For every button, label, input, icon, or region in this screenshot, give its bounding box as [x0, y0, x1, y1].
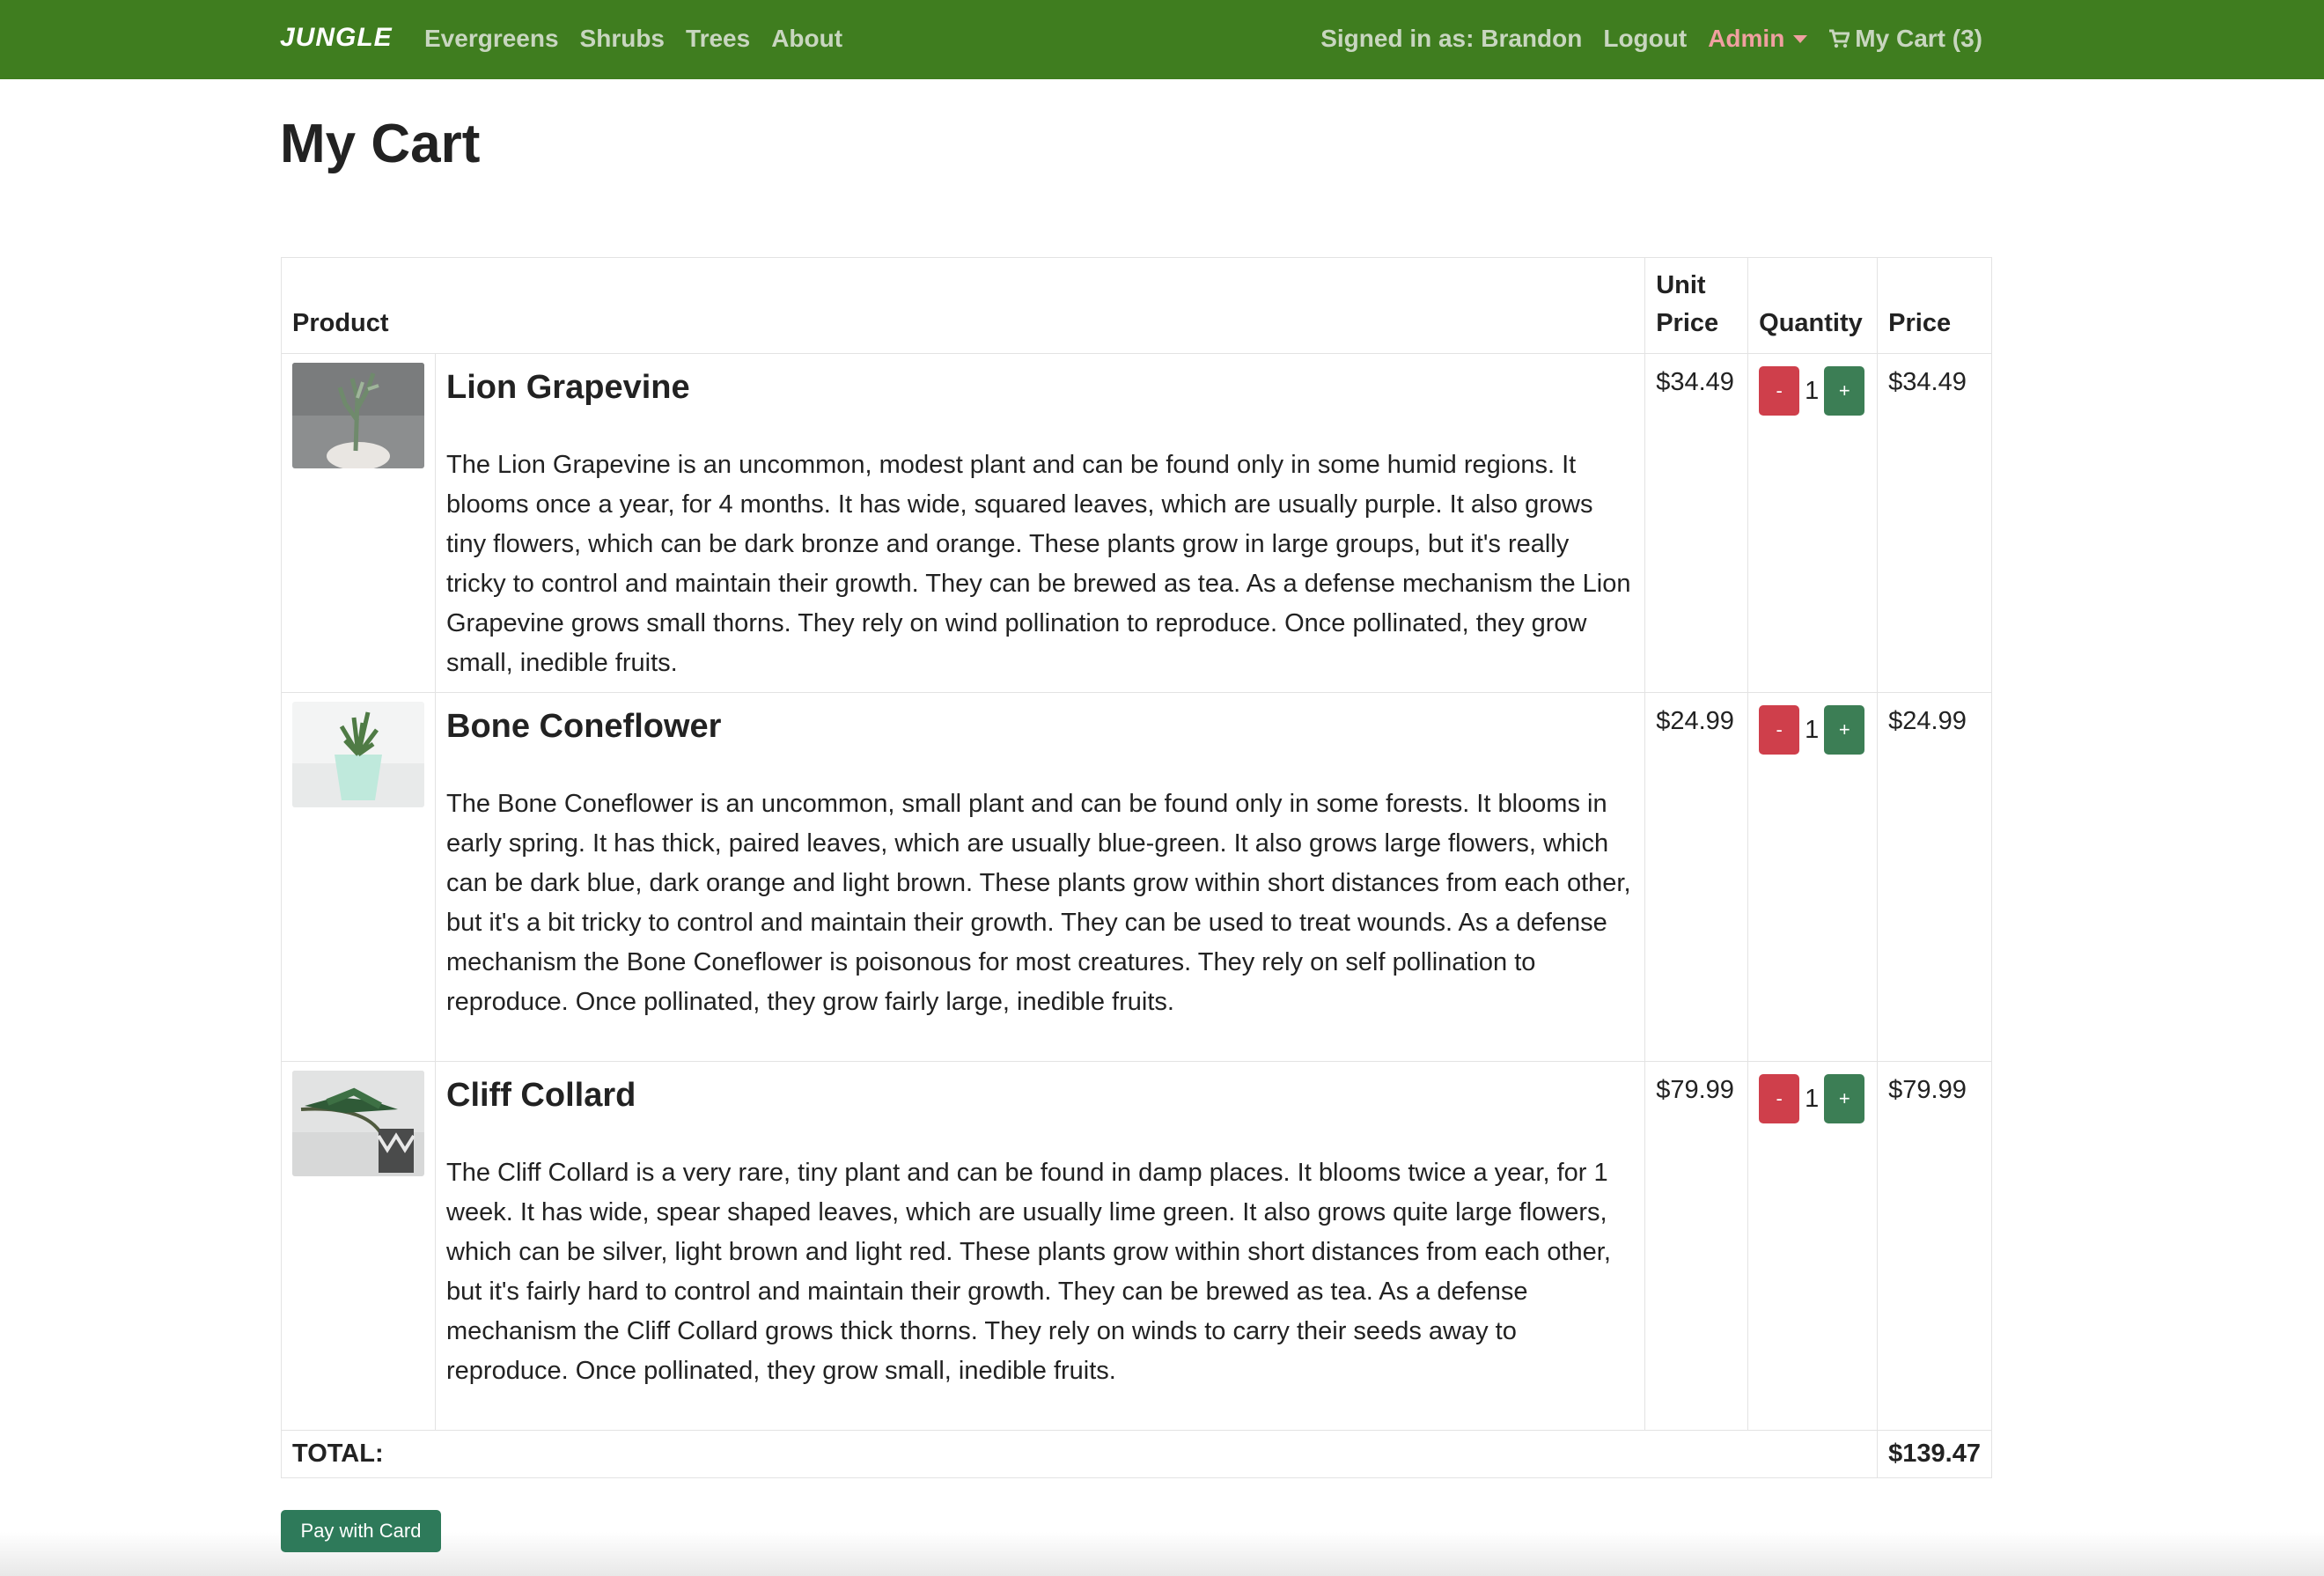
- total-label: TOTAL:: [280, 1430, 1879, 1478]
- table-header-row: Product Unit Price Quantity Price: [280, 257, 1992, 354]
- my-cart-link[interactable]: My Cart (3): [1828, 25, 1982, 53]
- header-quantity: Quantity: [1747, 257, 1879, 354]
- product-image[interactable]: [292, 1071, 424, 1176]
- product-description: The Cliff Collard is a very rare, tiny p…: [446, 1159, 1611, 1385]
- admin-dropdown[interactable]: Admin: [1708, 25, 1808, 53]
- signed-in-label: Signed in as: Brandon: [1320, 25, 1583, 52]
- page-title: My Cart: [280, 114, 481, 174]
- nav-right: Signed in as: Brandon Logout Admin My Ca…: [1320, 25, 1982, 53]
- product-description: The Lion Grapevine is an uncommon, modes…: [446, 451, 1631, 677]
- quantity-stepper: - 1 +: [1759, 705, 1866, 755]
- logout-link[interactable]: Logout: [1603, 25, 1687, 53]
- line-price: $79.99: [1877, 1061, 1992, 1431]
- quantity-stepper: - 1 +: [1759, 1074, 1866, 1123]
- product-description-cell: Lion Grapevine The Lion Grapevine is an …: [434, 353, 1646, 693]
- product-image[interactable]: [292, 363, 424, 468]
- product-image-cell: [281, 692, 436, 1062]
- nav-link-trees[interactable]: Trees: [686, 25, 750, 53]
- table-row: Cliff Collard The Cliff Collard is a ver…: [281, 1061, 1992, 1431]
- navbar: JUNGLE Evergreens Shrubs Trees About Sig…: [0, 0, 2324, 79]
- header-product: Product: [280, 257, 1646, 354]
- nav-link-about[interactable]: About: [771, 25, 842, 53]
- pay-with-card-button[interactable]: Pay with Card: [281, 1510, 441, 1552]
- product-image-cell: [281, 1061, 436, 1431]
- increase-quantity-button[interactable]: +: [1824, 1074, 1865, 1123]
- cart-table: Product Unit Price Quantity Price Lion G…: [280, 257, 1992, 1478]
- shopping-cart-icon: [1829, 29, 1850, 48]
- cart-label: My Cart (3): [1855, 25, 1982, 52]
- product-image[interactable]: [292, 702, 424, 807]
- caret-down-icon: [1793, 34, 1808, 43]
- quantity-value: 1: [1805, 376, 1820, 405]
- product-description-cell: Bone Coneflower The Bone Coneflower is a…: [434, 692, 1646, 1062]
- admin-label: Admin: [1708, 25, 1785, 52]
- quantity-value: 1: [1805, 715, 1820, 744]
- header-unit-price: Unit Price: [1644, 257, 1749, 354]
- decrease-quantity-button[interactable]: -: [1759, 366, 1800, 416]
- quantity-cell: - 1 +: [1747, 692, 1879, 1062]
- line-price: $34.49: [1877, 353, 1992, 693]
- quantity-value: 1: [1805, 1084, 1820, 1113]
- product-image-cell: [281, 353, 436, 693]
- increase-quantity-button[interactable]: +: [1824, 366, 1865, 416]
- table-row: Bone Coneflower The Bone Coneflower is a…: [281, 692, 1992, 1062]
- nav-link-shrubs[interactable]: Shrubs: [580, 25, 665, 53]
- product-name[interactable]: Cliff Collard: [446, 1074, 1634, 1116]
- quantity-stepper: - 1 +: [1759, 366, 1866, 416]
- header-price: Price: [1877, 257, 1992, 354]
- product-description-cell: Cliff Collard The Cliff Collard is a ver…: [434, 1061, 1646, 1431]
- unit-price: $34.49: [1644, 353, 1749, 693]
- brand-logo[interactable]: JUNGLE: [280, 23, 393, 53]
- quantity-cell: - 1 +: [1747, 353, 1879, 693]
- header-unit-price-line2: Price: [1656, 309, 1719, 337]
- unit-price: $79.99: [1644, 1061, 1749, 1431]
- product-name[interactable]: Bone Coneflower: [446, 705, 1634, 747]
- header-unit-price-line1: Unit: [1656, 271, 1706, 299]
- total-value: $139.47: [1877, 1430, 1992, 1478]
- total-row: TOTAL: $139.47: [280, 1430, 1992, 1478]
- nav-links: Evergreens Shrubs Trees About: [424, 25, 842, 53]
- line-price: $24.99: [1877, 692, 1992, 1062]
- nav-link-evergreens[interactable]: Evergreens: [424, 25, 559, 53]
- decrease-quantity-button[interactable]: -: [1759, 705, 1800, 755]
- quantity-cell: - 1 +: [1747, 1061, 1879, 1431]
- increase-quantity-button[interactable]: +: [1824, 705, 1865, 755]
- table-row: Lion Grapevine The Lion Grapevine is an …: [281, 353, 1992, 693]
- unit-price: $24.99: [1644, 692, 1749, 1062]
- product-name[interactable]: Lion Grapevine: [446, 366, 1634, 409]
- product-description: The Bone Coneflower is an uncommon, smal…: [446, 790, 1631, 1016]
- decrease-quantity-button[interactable]: -: [1759, 1074, 1800, 1123]
